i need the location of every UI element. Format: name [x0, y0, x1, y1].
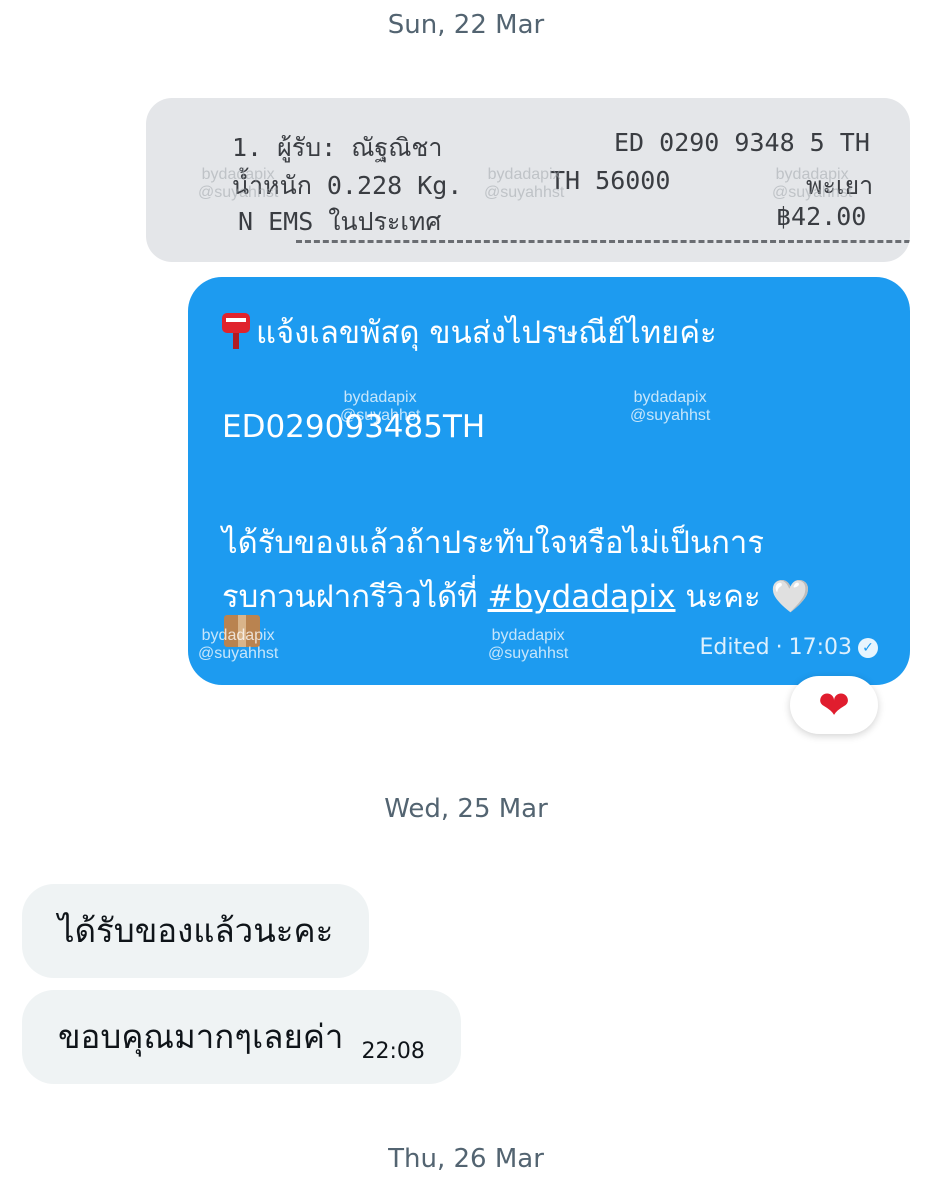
receipt-weight: น้ำหนัก 0.228 Kg. — [232, 171, 463, 200]
incoming-message-text: ได้รับของแล้วนะคะ — [58, 911, 334, 950]
incoming-message-text: ขอบคุณมากๆเลยค่า — [58, 1017, 344, 1056]
receipt-dashed-line — [296, 240, 910, 243]
hashtag-link[interactable]: #bydadapix — [488, 579, 676, 615]
receipt-service: N EMS ในประเทศ — [238, 207, 442, 236]
message-line-4: รบกวนฝากรีวิวได้ที่ #bydadapix นะคะ 🤍 — [222, 577, 811, 615]
date-separator-sun: Sun, 22 Mar — [387, 10, 545, 40]
incoming-message-time: 22:08 — [361, 1039, 425, 1064]
incoming-message-bubble[interactable]: ขอบคุณมากๆเลยค่า 22:08 — [22, 990, 461, 1084]
message-meta: Edited · 17:03 ✓ — [699, 635, 878, 660]
receipt-price: ฿42.00 — [776, 202, 867, 231]
outgoing-message-bubble[interactable]: แจ้งเลขพัสดุ ขนส่งไปรษณีย์ไทยค่ะ ED02909… — [188, 277, 910, 685]
incoming-message-bubble[interactable]: ได้รับของแล้วนะคะ — [22, 884, 370, 978]
message-line-1: แจ้งเลขพัสดุ ขนส่งไปรษณีย์ไทยค่ะ — [222, 307, 717, 357]
read-check-icon: ✓ — [858, 637, 878, 658]
tracking-number: ED029093485TH — [222, 409, 486, 445]
watermark: bydadapix @suyahhst — [488, 627, 569, 662]
receipt-postcode: TH 56000 — [550, 166, 671, 195]
message-time: 17:03 — [788, 635, 852, 660]
message-line-3: ได้รับของแล้วถ้าประทับใจหรือไม่เป็นการ — [222, 525, 764, 561]
date-separator-wed: Wed, 25 Mar — [384, 794, 548, 824]
edited-label[interactable]: Edited — [699, 635, 769, 660]
postbox-icon — [222, 313, 250, 349]
heart-reaction[interactable]: ❤ — [790, 676, 878, 734]
receipt-tracking: ED 0290 9348 5 TH — [614, 128, 870, 157]
receipt-recipient: 1. ผู้รับ: ณัฐณิชา — [232, 133, 443, 162]
receipt-image[interactable]: 1. ผู้รับ: ณัฐณิชา ED 0290 9348 5 TH น้ำ… — [146, 98, 910, 262]
watermark: bydadapix @suyahhst — [630, 389, 711, 424]
date-separator-thu: Thu, 26 Mar — [388, 1144, 544, 1174]
receipt-province: พะเยา — [806, 171, 874, 200]
white-heart-icon: 🤍 — [770, 577, 811, 615]
package-icon — [224, 615, 260, 647]
